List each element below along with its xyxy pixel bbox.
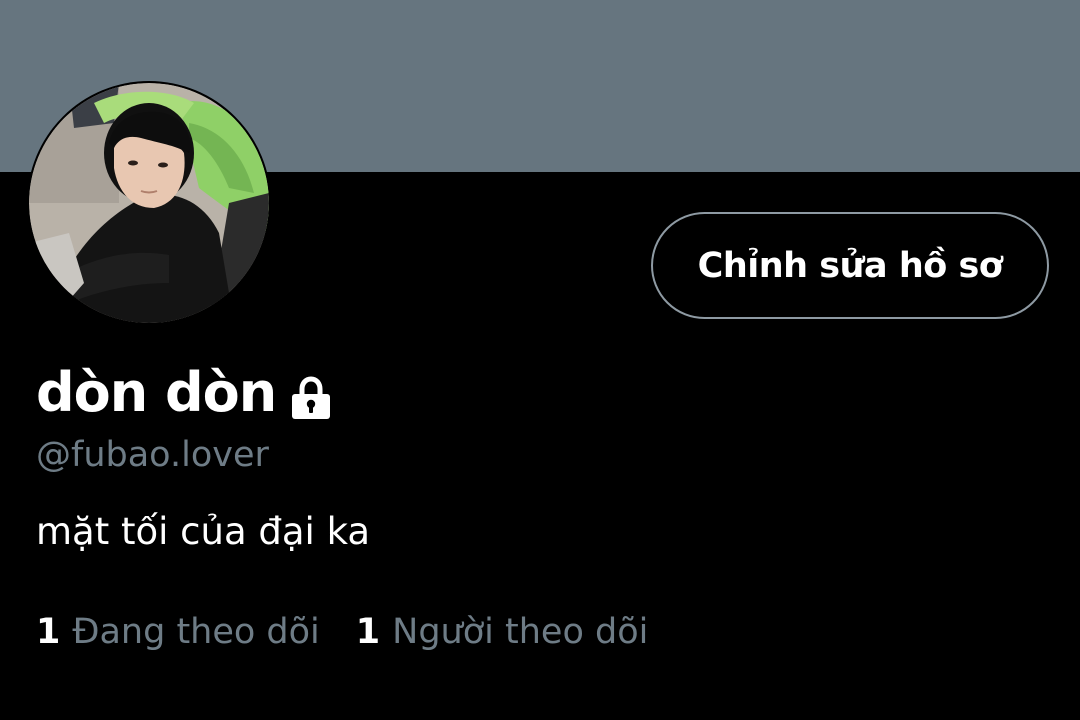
followers-stat[interactable]: 1 Người theo dõi (356, 608, 649, 656)
username-handle: @fubao.lover (36, 435, 269, 475)
lock-icon (288, 375, 334, 421)
display-name: dòn dòn (36, 361, 277, 424)
avatar-image (29, 83, 269, 323)
name-row: dòn dòn (36, 355, 334, 431)
following-label: Đang theo dõi (72, 612, 320, 652)
profile-bio: mặt tối của đại ka (36, 510, 371, 553)
followers-label: Người theo dõi (392, 612, 649, 652)
following-count: 1 (36, 612, 61, 652)
follow-stats: 1 Đang theo dõi 1 Người theo dõi (36, 608, 684, 656)
following-stat[interactable]: 1 Đang theo dõi (36, 608, 320, 656)
profile-page: Chỉnh sửa hồ sơ dòn dòn @fubao.lover mặt… (0, 0, 1080, 720)
edit-profile-button[interactable]: Chỉnh sửa hồ sơ (651, 212, 1049, 319)
avatar[interactable] (29, 83, 269, 323)
followers-count: 1 (355, 612, 381, 652)
